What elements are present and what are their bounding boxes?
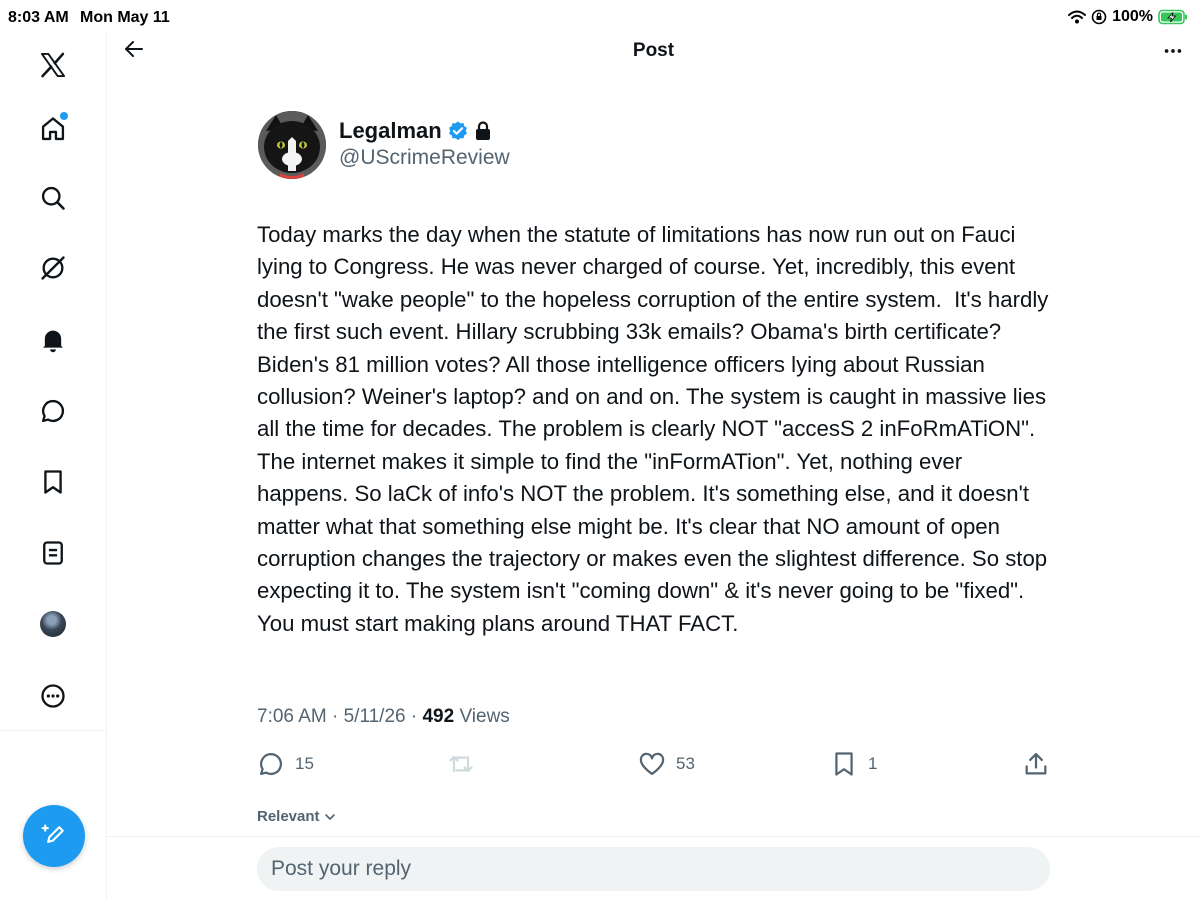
lock-icon [475,121,490,140]
battery-percent: 100% [1112,8,1153,25]
sidebar-item-notifications[interactable] [28,315,78,365]
views-count: 492 [422,706,455,727]
grok-icon [41,256,65,280]
author-name[interactable]: Legalman [339,118,492,144]
sidebar-item-messages[interactable] [28,386,78,436]
replies-sort-dropdown[interactable]: Relevant [257,808,337,825]
bookmark-icon [835,752,853,776]
wifi-icon [1068,10,1087,24]
share-button[interactable] [1022,746,1050,782]
more-options-button[interactable] [1158,36,1188,66]
status-bar: 8:03 AM Mon May 11 100% [0,0,1200,34]
avatar [40,611,66,637]
author-name-text: Legalman [339,118,442,143]
meta-separator: · [332,706,339,727]
bookmark-button[interactable]: 1 [830,746,877,782]
bookmark-count: 1 [868,754,878,773]
more-circle-icon [41,684,65,708]
share-icon [1025,752,1047,775]
sidebar-item-lists[interactable] [28,528,78,578]
like-button[interactable]: 53 [638,746,695,782]
sidebar-item-explore[interactable] [28,173,78,223]
verified-badge-icon [448,121,467,141]
repost-icon [449,755,473,773]
search-icon [41,186,65,210]
reply-button[interactable]: 15 [257,746,314,782]
reply-icon [259,752,282,776]
x-logo-icon[interactable] [28,40,78,90]
sidebar [0,34,107,900]
repost-button[interactable] [447,746,485,782]
status-date: Mon May 11 [80,9,170,26]
sidebar-item-bookmarks[interactable] [28,457,78,507]
battery-charging-icon [1158,9,1188,25]
reply-input[interactable] [257,847,1050,891]
sidebar-item-grok[interactable] [28,243,78,293]
views-label: Views [459,706,510,727]
status-icons: 100% [1068,6,1188,28]
message-icon [41,399,65,423]
compose-button[interactable] [23,805,85,867]
reply-count: 15 [295,754,314,773]
post-time[interactable]: 7:06 AM [257,706,327,727]
status-time: 8:03 AM [8,9,69,26]
sidebar-item-home[interactable] [28,104,78,154]
author-avatar[interactable] [258,111,326,179]
bell-icon [43,330,63,353]
bookmark-icon [44,470,62,494]
reply-box [257,847,1050,891]
chevron-down-icon [324,813,335,820]
sidebar-item-more[interactable] [28,671,78,721]
page-title: Post [632,40,675,61]
sidebar-item-profile[interactable] [28,599,78,649]
like-count: 53 [676,754,695,773]
heart-icon [639,752,665,776]
divider [107,836,1200,837]
author-handle[interactable]: @UScrimeReview [339,146,510,170]
post-header: Post [107,34,1200,68]
notification-dot [60,112,68,120]
post-meta: 7:06 AM · 5/11/26 · 492 Views [257,706,510,728]
post-actions: 15 53 1 [257,746,1052,782]
sort-label: Relevant [257,808,320,825]
compose-icon [41,824,64,843]
meta-separator: · [410,706,418,727]
more-dots-icon [1164,49,1182,53]
list-icon [43,541,63,565]
post-text: Today marks the day when the statute of … [257,222,1055,636]
sidebar-divider [0,730,106,731]
post-date[interactable]: 5/11/26 [344,706,406,727]
orientation-lock-icon [1091,9,1107,25]
